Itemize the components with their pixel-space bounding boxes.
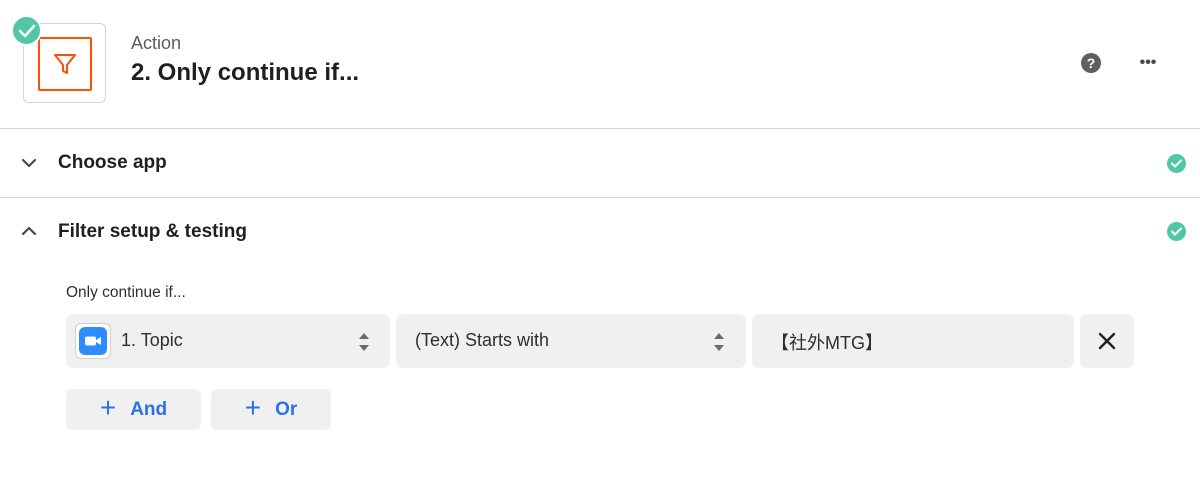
- plus-icon: +: [244, 392, 262, 423]
- add-or-button[interactable]: + Or: [211, 389, 331, 430]
- complete-check-icon: [1167, 154, 1186, 173]
- zoom-icon: [75, 323, 111, 359]
- section-title: Filter setup & testing: [58, 221, 247, 242]
- field-value: 1. Topic: [121, 330, 183, 350]
- step-kind: Action: [131, 33, 182, 53]
- filter-label: Only continue if...: [66, 284, 186, 301]
- more-options-icon[interactable]: •••: [1134, 52, 1162, 74]
- step-header: Action 2. Only continue if... ? •••: [0, 0, 1200, 128]
- value-input[interactable]: 【社外MTG】: [752, 314, 1074, 368]
- or-label: Or: [275, 398, 298, 420]
- condition-select[interactable]: (Text) Starts with: [396, 314, 746, 368]
- sort-arrows-icon: [714, 333, 724, 351]
- field-select[interactable]: 1. Topic: [66, 314, 390, 368]
- help-icon[interactable]: ?: [1081, 53, 1101, 73]
- close-icon: [1098, 332, 1116, 350]
- and-label: And: [130, 398, 168, 420]
- section-title: Choose app: [58, 152, 167, 173]
- add-and-button[interactable]: + And: [66, 389, 201, 430]
- complete-check-icon: [1167, 222, 1186, 241]
- chevron-up-icon: [21, 226, 37, 236]
- plus-icon: +: [99, 392, 117, 423]
- value-text: 【社外MTG】: [771, 333, 883, 353]
- condition-value: (Text) Starts with: [415, 330, 550, 350]
- chevron-down-icon: [21, 158, 37, 168]
- status-check-icon: [11, 15, 42, 46]
- filter-icon: [38, 37, 92, 91]
- section-choose-app[interactable]: Choose app: [0, 129, 1200, 197]
- remove-condition-button[interactable]: [1080, 314, 1134, 368]
- section-filter-setup[interactable]: Filter setup & testing: [0, 198, 1200, 266]
- step-title: 2. Only continue if...: [131, 59, 360, 86]
- sort-arrows-icon: [359, 333, 369, 351]
